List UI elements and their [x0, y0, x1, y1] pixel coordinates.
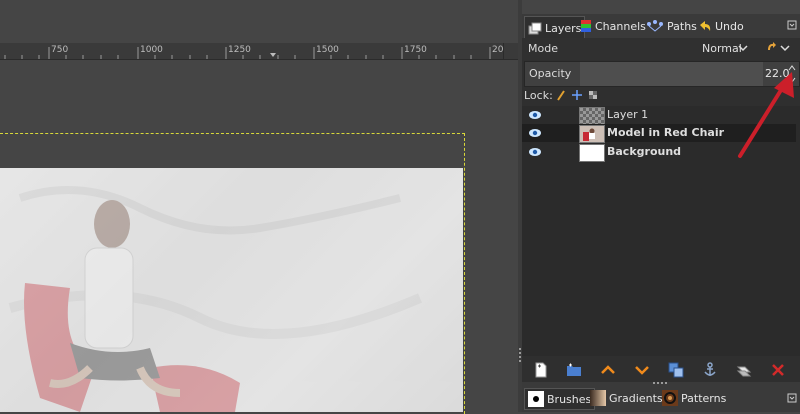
layer-thumbnail-checker — [579, 107, 605, 125]
tab-gradients-label: Gradients — [609, 391, 663, 405]
arrow-down-icon — [635, 366, 649, 375]
ruler-corner-button[interactable] — [503, 43, 518, 59]
brush-icon — [528, 391, 544, 407]
layer-thumbnail-photo — [579, 125, 605, 143]
ruler-label-1250: 1250 — [228, 45, 251, 55]
layer-thumbnail-white — [579, 144, 605, 162]
mode-dropdown-icon[interactable] — [738, 41, 748, 55]
tab-channels[interactable]: Channels — [580, 17, 646, 35]
lock-label: Lock: — [524, 89, 553, 102]
tab-brushes-label: Brushes — [547, 392, 592, 406]
new-layer-icon — [535, 362, 547, 378]
horizontal-ruler[interactable]: 750 1000 1250 1500 1750 2000 — [0, 43, 518, 60]
ruler-label-1500: 1500 — [316, 45, 339, 55]
duplicate-icon — [668, 362, 684, 378]
dock-menu-icon[interactable] — [787, 20, 797, 30]
raise-layer-button[interactable] — [599, 362, 617, 378]
folder-icon — [567, 363, 581, 376]
anchor-layer-button[interactable] — [701, 362, 719, 378]
delete-icon — [772, 364, 784, 376]
paths-icon — [647, 20, 663, 32]
tab-paths-label: Paths — [667, 19, 697, 33]
dock-tab-bar: Layers Channels Paths Undo — [522, 14, 800, 39]
gradient-icon — [590, 390, 606, 406]
canvas-area[interactable]: 750 1000 1250 1500 1750 2000 — [0, 0, 518, 414]
annotation-arrow-icon — [738, 72, 794, 158]
arrow-up-icon — [601, 365, 615, 374]
ruler-ticks — [4, 47, 491, 59]
merge-down-button[interactable] — [735, 362, 753, 378]
opacity-label: Opacity — [529, 67, 572, 80]
tab-patterns[interactable]: Patterns — [662, 388, 726, 408]
mode-row: Mode Normal — [522, 38, 800, 60]
lower-layer-button[interactable] — [633, 362, 651, 378]
eye-icon[interactable] — [528, 109, 542, 121]
tab-paths[interactable]: Paths — [646, 17, 697, 35]
pattern-icon — [662, 390, 678, 406]
duplicate-layer-button[interactable] — [667, 362, 685, 378]
layers-toolbar — [522, 358, 800, 382]
layer-name[interactable]: Background — [607, 145, 681, 158]
image-content[interactable] — [0, 168, 463, 412]
tab-undo[interactable]: Undo — [698, 17, 744, 35]
composite-mode-icon[interactable] — [766, 41, 778, 55]
lock-pixels-icon[interactable] — [556, 88, 566, 102]
tab-layers[interactable]: Layers — [524, 16, 586, 39]
lock-alpha-icon[interactable] — [588, 88, 600, 102]
tab-gradients[interactable]: Gradients — [590, 388, 663, 408]
layer-name[interactable]: Layer 1 — [607, 108, 648, 121]
channels-icon — [581, 20, 591, 32]
anchor-icon — [704, 362, 716, 376]
ruler-label-1000: 1000 — [140, 45, 163, 55]
eye-icon[interactable] — [528, 127, 542, 139]
tab-layers-label: Layers — [545, 21, 582, 35]
tab-brushes[interactable]: Brushes — [524, 388, 596, 410]
resource-tab-bar: Brushes Gradients Patterns — [522, 385, 800, 412]
tab-patterns-label: Patterns — [681, 391, 727, 405]
layers-icon — [528, 22, 542, 35]
lock-position-icon[interactable] — [571, 88, 583, 102]
new-layer-button[interactable] — [532, 362, 550, 378]
faded-photo — [0, 168, 463, 412]
mode-label: Mode — [528, 42, 558, 55]
undo-icon — [700, 21, 711, 31]
new-layer-group-button[interactable] — [565, 362, 583, 378]
resource-menu-icon[interactable] — [787, 393, 797, 403]
composite-dropdown-icon[interactable] — [780, 41, 790, 55]
tab-undo-label: Undo — [715, 19, 744, 33]
delete-layer-button[interactable] — [769, 362, 787, 378]
eye-icon[interactable] — [528, 146, 542, 158]
tab-channels-label: Channels — [595, 19, 646, 33]
ruler-label-1750: 1750 — [404, 45, 427, 55]
layer-name[interactable]: Model in Red Chair — [607, 126, 724, 139]
merge-down-icon — [736, 366, 752, 377]
ruler-label-750: 750 — [51, 45, 69, 55]
mode-select[interactable]: Normal — [702, 42, 742, 55]
